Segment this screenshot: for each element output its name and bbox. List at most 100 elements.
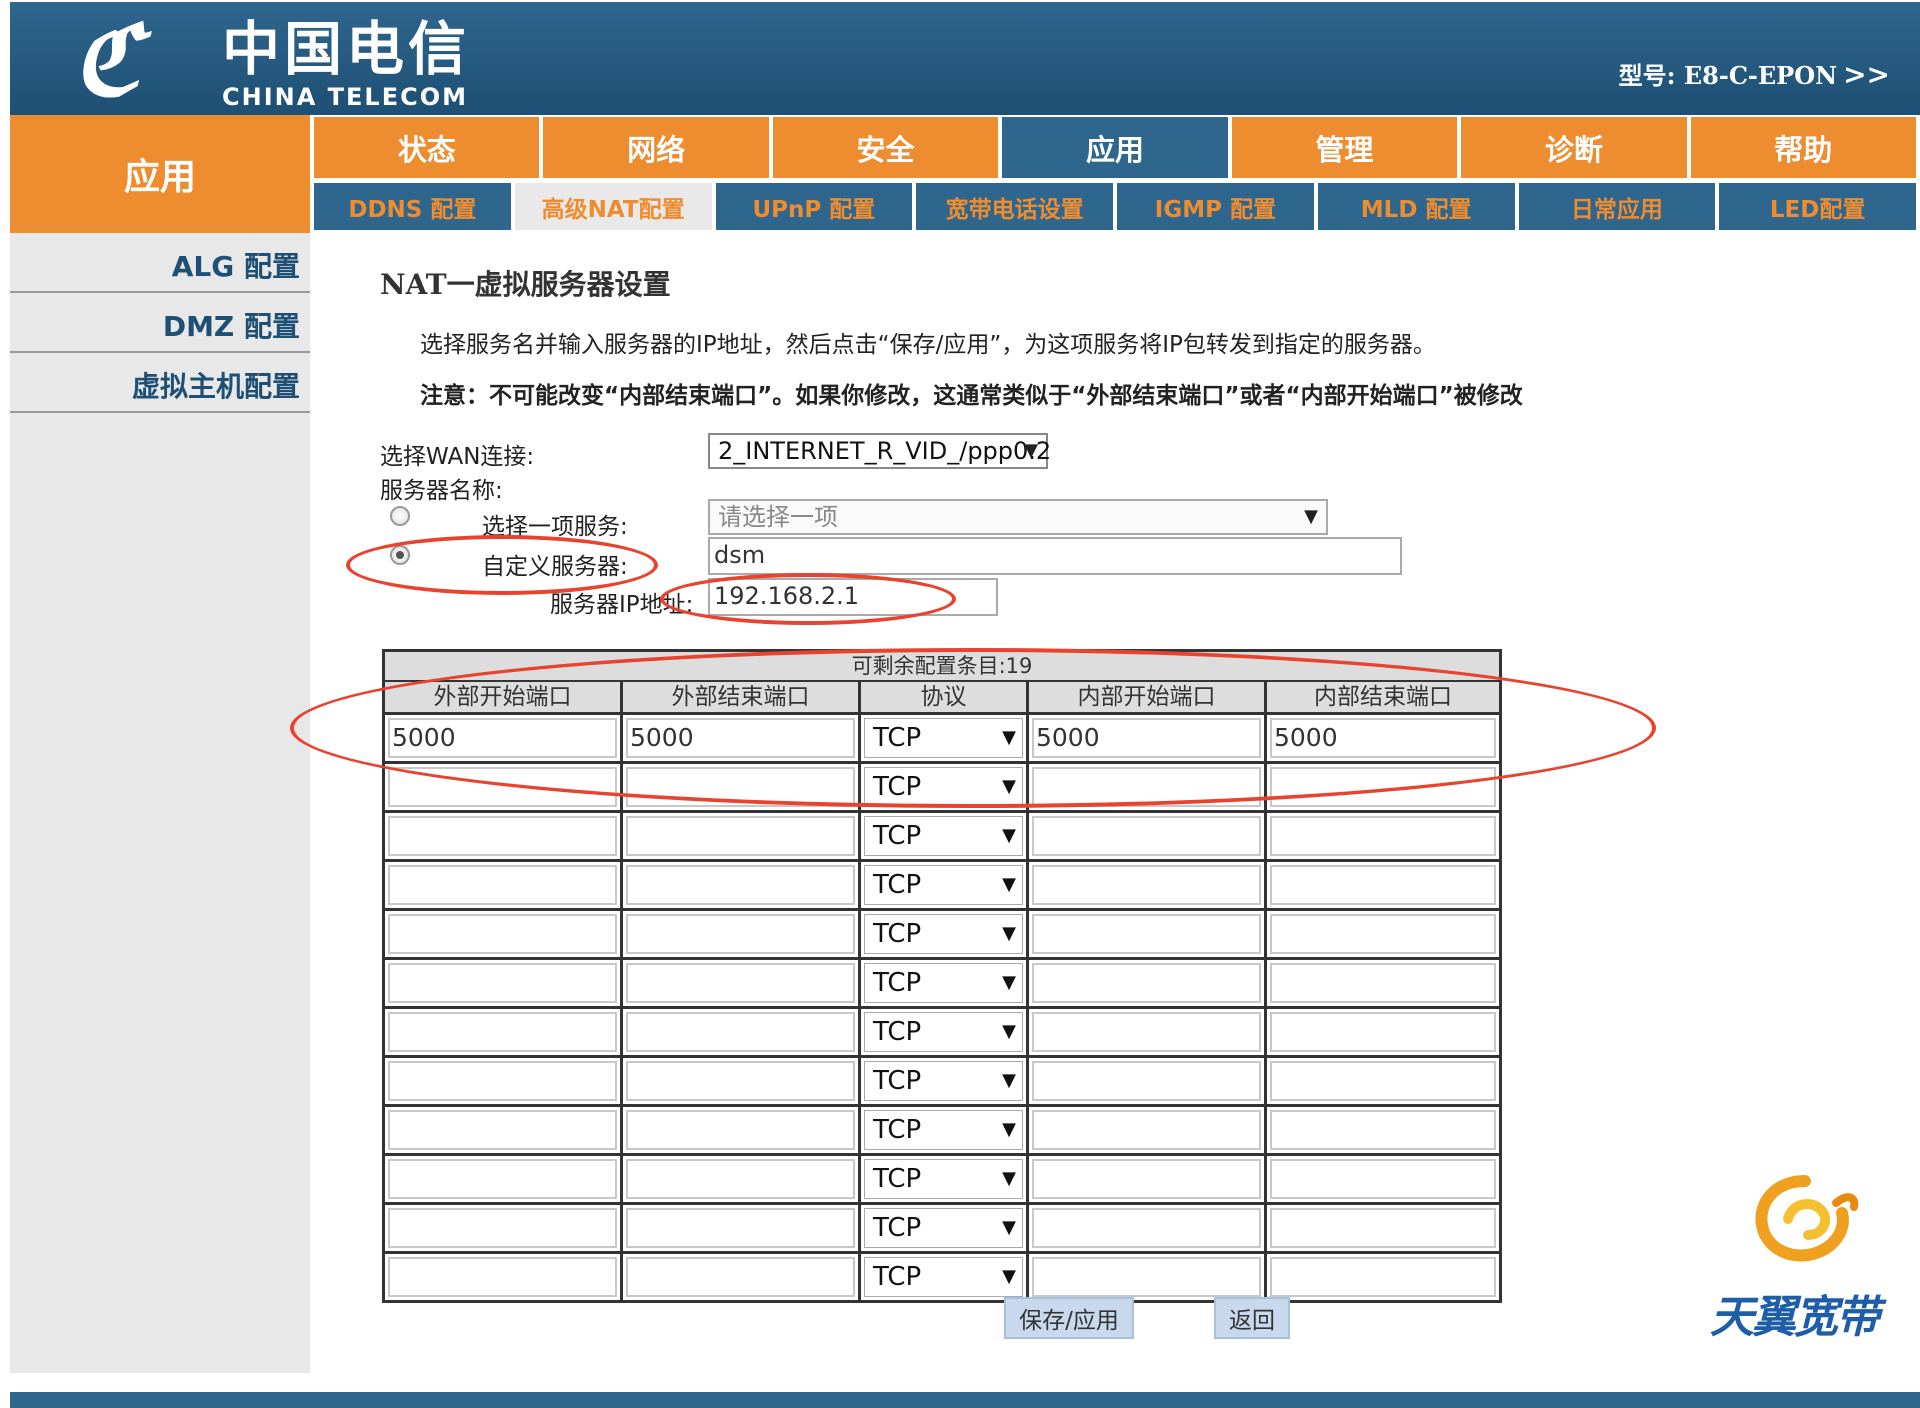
sub-tab-0[interactable]: DDNS 配置 — [314, 183, 511, 230]
main-tab-6[interactable]: 帮助 — [1690, 117, 1916, 178]
sub-tab-7[interactable]: LED配置 — [1719, 183, 1916, 230]
int-start-input[interactable] — [1032, 1061, 1261, 1101]
ext-end-input[interactable] — [626, 1208, 855, 1248]
sub-tab-2[interactable]: UPnP 配置 — [715, 183, 913, 230]
ext-end-input[interactable] — [626, 865, 855, 905]
chevron-right-icon[interactable]: >> — [1843, 58, 1890, 91]
int-end-input[interactable] — [1270, 1110, 1496, 1150]
ext-end-input[interactable] — [626, 767, 855, 807]
table-cell — [385, 1058, 623, 1104]
ext-start-input[interactable] — [388, 1257, 617, 1297]
chevron-down-icon: ▼ — [1002, 1217, 1016, 1238]
service-select[interactable]: 请选择一项 ▼ — [708, 499, 1328, 535]
ext-start-input[interactable]: 5000 — [388, 718, 617, 758]
ext-start-input[interactable] — [388, 816, 617, 856]
table-cell: TCP ▼ — [861, 911, 1029, 957]
ext-start-input[interactable] — [388, 865, 617, 905]
ext-end-input[interactable]: 5000 — [626, 718, 855, 758]
ext-start-input[interactable] — [388, 1159, 617, 1199]
main-tab-2[interactable]: 安全 — [772, 117, 999, 178]
sidebar-item-virtual-host[interactable]: 虚拟主机配置 — [10, 353, 310, 413]
ext-end-input[interactable] — [626, 1159, 855, 1199]
protocol-select[interactable]: TCP ▼ — [864, 718, 1023, 758]
ext-start-input[interactable] — [388, 1012, 617, 1052]
int-start-input[interactable] — [1032, 1257, 1261, 1297]
protocol-select[interactable]: TCP ▼ — [864, 963, 1023, 1003]
sidebar-item-dmz[interactable]: DMZ 配置 — [10, 293, 310, 353]
protocol-select[interactable]: TCP ▼ — [864, 1110, 1023, 1150]
chevron-down-icon: ▼ — [1024, 440, 1038, 461]
chevron-down-icon: ▼ — [1002, 972, 1016, 993]
protocol-select[interactable]: TCP ▼ — [864, 1257, 1023, 1297]
int-start-input[interactable] — [1032, 767, 1261, 807]
protocol-select[interactable]: TCP ▼ — [864, 865, 1023, 905]
table-cell — [1267, 960, 1499, 1006]
int-end-input[interactable]: 5000 — [1270, 718, 1496, 758]
main-tab-4[interactable]: 管理 — [1231, 117, 1458, 178]
int-start-input[interactable] — [1032, 914, 1261, 954]
ext-start-input[interactable] — [388, 963, 617, 1003]
server-ip-input[interactable]: 192.168.2.1 — [708, 578, 998, 616]
table-cell — [385, 764, 623, 810]
ext-start-input[interactable] — [388, 767, 617, 807]
ext-end-input[interactable] — [626, 1061, 855, 1101]
custom-server-input[interactable]: dsm — [708, 537, 1402, 575]
int-end-input[interactable] — [1270, 1159, 1496, 1199]
int-end-input[interactable] — [1270, 865, 1496, 905]
int-start-input[interactable] — [1032, 1110, 1261, 1150]
int-end-input[interactable] — [1270, 1257, 1496, 1297]
main-tab-5[interactable]: 诊断 — [1461, 117, 1687, 178]
main-tab-0[interactable]: 状态 — [314, 117, 540, 178]
int-start-input[interactable] — [1032, 865, 1261, 905]
ext-end-input[interactable] — [626, 914, 855, 954]
protocol-select[interactable]: TCP ▼ — [864, 1208, 1023, 1248]
int-start-input[interactable] — [1032, 963, 1261, 1003]
protocol-select[interactable]: TCP ▼ — [864, 1061, 1023, 1101]
sub-tab-3[interactable]: 宽带电话设置 — [916, 183, 1113, 230]
table-row: TCP ▼ — [385, 908, 1499, 957]
save-apply-button[interactable]: 保存/应用 — [1004, 1297, 1134, 1339]
main-tab-1[interactable]: 网络 — [543, 117, 769, 178]
radio-select-service[interactable] — [390, 506, 410, 526]
ext-start-input[interactable] — [388, 1061, 617, 1101]
int-start-input[interactable] — [1032, 1012, 1261, 1052]
int-start-input[interactable] — [1032, 816, 1261, 856]
sub-tab-6[interactable]: 日常应用 — [1518, 183, 1716, 230]
ext-end-input[interactable] — [626, 816, 855, 856]
table-cell: TCP ▼ — [861, 1058, 1029, 1104]
radio-custom-server[interactable] — [390, 545, 410, 565]
int-end-input[interactable] — [1270, 1208, 1496, 1248]
sub-tab-1[interactable]: 高级NAT配置 — [514, 183, 712, 230]
protocol-select[interactable]: TCP ▼ — [864, 914, 1023, 954]
int-end-input[interactable] — [1270, 1061, 1496, 1101]
table-cell — [1029, 862, 1267, 908]
back-button[interactable]: 返回 — [1214, 1297, 1290, 1339]
sidebar-item-alg[interactable]: ALG 配置 — [10, 233, 310, 293]
sub-tab-5[interactable]: MLD 配置 — [1317, 183, 1515, 230]
protocol-select[interactable]: TCP ▼ — [864, 1012, 1023, 1052]
protocol-select[interactable]: TCP ▼ — [864, 816, 1023, 856]
int-end-input[interactable] — [1270, 914, 1496, 954]
protocol-select[interactable]: TCP ▼ — [864, 1159, 1023, 1199]
int-start-input[interactable] — [1032, 1159, 1261, 1199]
sub-tab-4[interactable]: IGMP 配置 — [1117, 183, 1314, 230]
int-end-input[interactable] — [1270, 767, 1496, 807]
int-end-input[interactable] — [1270, 1012, 1496, 1052]
table-row: TCP ▼ — [385, 957, 1499, 1006]
int-start-input[interactable] — [1032, 1208, 1261, 1248]
main-tab-3[interactable]: 应用 — [1002, 117, 1228, 178]
ext-start-input[interactable] — [388, 914, 617, 954]
ext-end-input[interactable] — [626, 963, 855, 1003]
ext-end-input[interactable] — [626, 1012, 855, 1052]
protocol-select[interactable]: TCP ▼ — [864, 767, 1023, 807]
ext-end-input[interactable] — [626, 1110, 855, 1150]
ext-start-input[interactable] — [388, 1110, 617, 1150]
ext-start-input[interactable] — [388, 1208, 617, 1248]
int-end-input[interactable] — [1270, 963, 1496, 1003]
int-end-input[interactable] — [1270, 816, 1496, 856]
table-cell — [1029, 1058, 1267, 1104]
chevron-down-icon: ▼ — [1002, 923, 1016, 944]
wan-select[interactable]: 2_INTERNET_R_VID_/ppp0.2 ▼ — [708, 433, 1051, 469]
ext-end-input[interactable] — [626, 1257, 855, 1297]
int-start-input[interactable]: 5000 — [1032, 718, 1261, 758]
